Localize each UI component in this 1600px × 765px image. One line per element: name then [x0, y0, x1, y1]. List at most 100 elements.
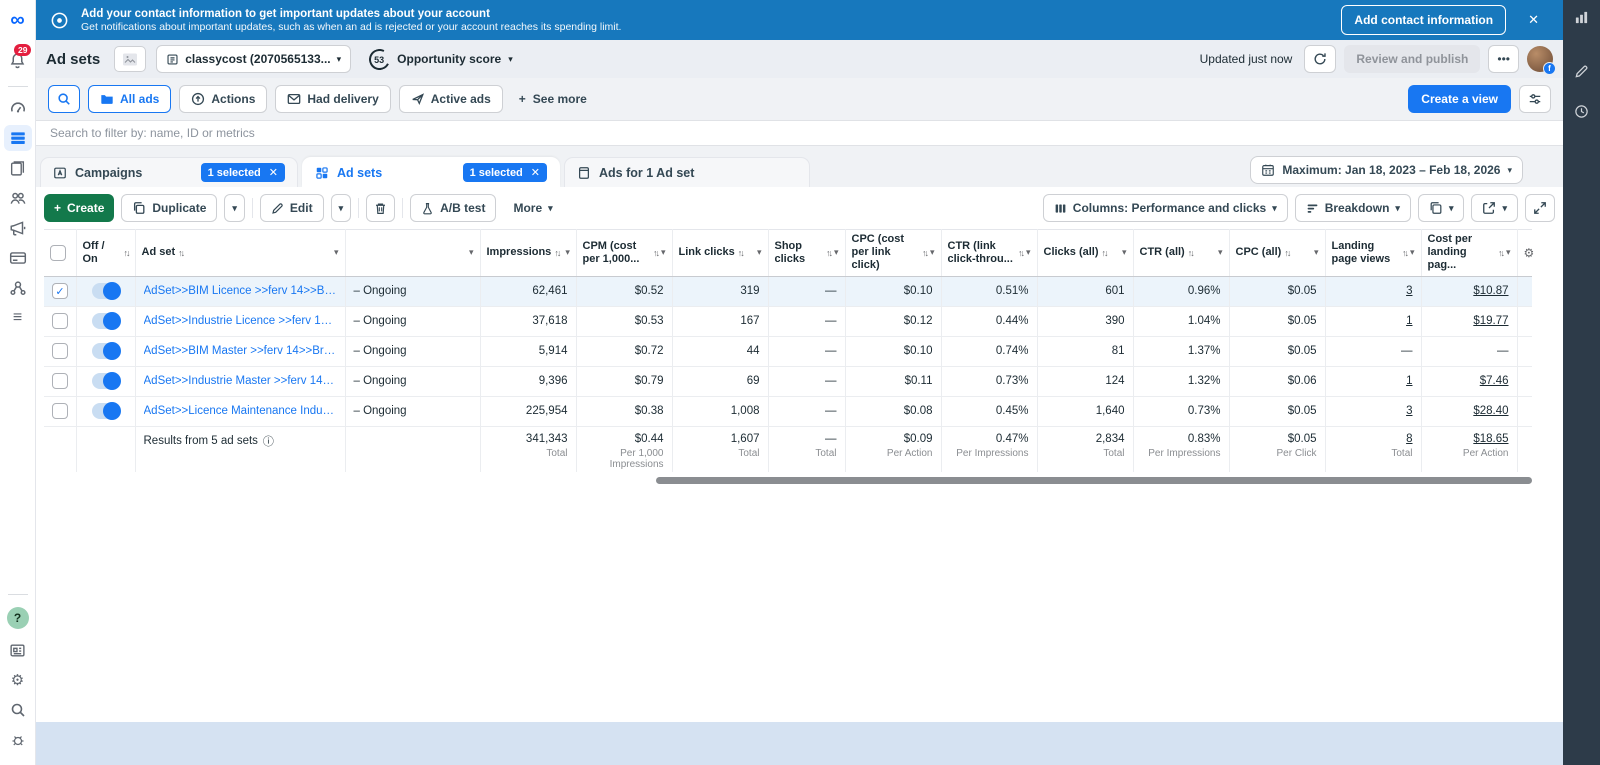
cell-cost-per-landing-page[interactable]: $19.77 — [1421, 306, 1517, 336]
filter-search-button[interactable] — [48, 85, 80, 113]
sidebar-item-events-manager[interactable] — [4, 275, 32, 301]
sort-icon[interactable]: ↑↓ — [826, 248, 831, 258]
col-link-clicks[interactable]: Link clicks↑↓▾ — [672, 230, 768, 277]
opportunity-score[interactable]: 53 Opportunity score ▾ — [369, 49, 513, 70]
chevron-down-icon[interactable]: ▾ — [565, 247, 570, 258]
adset-name-link[interactable]: AdSet>>BIM Master >>ferv 14>>Broad — [144, 345, 337, 357]
edit-button[interactable]: Edit — [260, 194, 324, 222]
col-shop-clicks[interactable]: Shop clicks↑↓▾ — [768, 230, 845, 277]
chevron-down-icon[interactable]: ▾ — [1410, 247, 1415, 258]
history-button[interactable] — [1574, 104, 1589, 124]
sidebar-item-pages[interactable] — [4, 155, 32, 181]
sidebar-item-ads[interactable] — [4, 215, 32, 241]
performance-charts-button[interactable] — [1574, 10, 1589, 30]
col-cpc[interactable]: CPC (cost per link click)↑↓▾ — [845, 230, 941, 277]
sort-icon[interactable]: ↑↓ — [1102, 248, 1107, 258]
notifications-button[interactable]: 29 — [9, 52, 26, 74]
chevron-down-icon[interactable]: ▾ — [1026, 247, 1031, 258]
chevron-down-icon[interactable]: ▾ — [1218, 247, 1223, 258]
sort-icon[interactable]: ↑↓ — [1018, 248, 1023, 258]
sort-icon[interactable]: ↑↓ — [124, 248, 129, 258]
adset-name-link[interactable]: AdSet>>Industrie Licence >>ferv 14>>Broa… — [144, 315, 337, 327]
sidebar-item-search[interactable] — [4, 697, 32, 723]
horizontal-scrollbar[interactable] — [44, 475, 1555, 488]
col-ad-set[interactable]: Ad set↑↓▾ — [135, 230, 345, 277]
select-all-checkbox[interactable]: ✓ — [50, 245, 66, 261]
column-settings-button[interactable]: ⚙ — [1517, 230, 1532, 277]
ad-account-selector[interactable]: classycost (2070565133... ▾ — [156, 45, 351, 73]
cell-cost-per-landing-page[interactable]: $7.46 — [1421, 366, 1517, 396]
chevron-down-icon[interactable]: ▾ — [930, 247, 935, 258]
chevron-down-icon[interactable]: ▾ — [834, 247, 839, 258]
filter-chip-had-delivery[interactable]: Had delivery — [275, 85, 390, 113]
chevron-down-icon[interactable]: ▾ — [469, 247, 474, 258]
cell-landing-page-views[interactable]: 3 — [1325, 396, 1421, 426]
row-checkbox[interactable]: ✓ — [52, 403, 68, 419]
sidebar-item-settings[interactable]: ⚙ — [4, 667, 32, 693]
filter-chip-actions[interactable]: Actions — [179, 85, 267, 113]
close-icon[interactable]: ✕ — [531, 166, 540, 179]
expand-button[interactable] — [1525, 194, 1555, 222]
adset-toggle[interactable] — [92, 313, 120, 329]
ab-test-button[interactable]: A/B test — [410, 194, 496, 222]
sort-icon[interactable]: ↑↓ — [922, 248, 927, 258]
select-all-header[interactable]: ✓ — [44, 230, 76, 277]
edit-dropdown-button[interactable]: ▾ — [331, 194, 352, 222]
campaigns-selected-badge[interactable]: 1 selected✕ — [201, 163, 285, 182]
chevron-down-icon[interactable]: ▾ — [1506, 247, 1511, 258]
view-settings-button[interactable] — [1519, 85, 1551, 113]
scrollbar-thumb[interactable] — [656, 477, 1532, 484]
refresh-button[interactable] — [1304, 45, 1336, 73]
sort-icon[interactable]: ↑↓ — [653, 248, 658, 258]
search-input[interactable] — [50, 126, 1549, 140]
cell-cost-per-landing-page[interactable]: $28.40 — [1421, 396, 1517, 426]
adset-name-link[interactable]: AdSet>>Licence Maintenance Industrielle … — [144, 405, 337, 417]
cell-landing-page-views[interactable]: 1 — [1325, 306, 1421, 336]
sidebar-item-audiences[interactable] — [4, 185, 32, 211]
meta-logo-icon[interactable]: ∞ — [10, 10, 24, 30]
sidebar-item-report-bug[interactable] — [4, 727, 32, 753]
sidebar-item-billing[interactable] — [4, 245, 32, 271]
breakdown-button[interactable]: Breakdown▾ — [1295, 194, 1411, 222]
sort-icon[interactable]: ↑↓ — [178, 248, 183, 258]
col-cost-per-landing-page[interactable]: Cost per landing pag...↑↓▾ — [1421, 230, 1517, 277]
tab-ad-sets[interactable]: Ad sets 1 selected✕ — [302, 157, 560, 187]
row-checkbox[interactable]: ✓ — [52, 343, 68, 359]
more-options-button[interactable]: ••• — [1488, 45, 1519, 73]
cell-landing-page-views[interactable]: 3 — [1325, 276, 1421, 306]
col-off-on[interactable]: Off / On↑↓ — [76, 230, 135, 277]
chevron-down-icon[interactable]: ▾ — [661, 247, 666, 258]
sort-icon[interactable]: ↑↓ — [738, 248, 743, 258]
duplicate-button[interactable]: Duplicate — [121, 194, 217, 222]
adset-toggle[interactable] — [92, 403, 120, 419]
delete-button[interactable] — [366, 194, 395, 222]
more-button[interactable]: More▾ — [503, 194, 562, 222]
row-checkbox[interactable]: ✓ — [52, 373, 68, 389]
close-icon[interactable]: ✕ — [269, 166, 278, 179]
help-button[interactable]: ? — [7, 607, 29, 629]
create-a-view-button[interactable]: Create a view — [1408, 85, 1511, 113]
sort-icon[interactable]: ↑↓ — [1402, 248, 1407, 258]
export-button[interactable]: ▾ — [1471, 194, 1518, 222]
row-checkbox[interactable]: ✓ — [52, 313, 68, 329]
chevron-down-icon[interactable]: ▾ — [334, 247, 339, 258]
adset-name-link[interactable]: AdSet>>Industrie Master >>ferv 14>>Broad — [144, 375, 337, 387]
sidebar-item-overview[interactable] — [4, 95, 32, 121]
chevron-down-icon[interactable]: ▾ — [757, 247, 762, 258]
review-and-publish-button[interactable]: Review and publish — [1344, 45, 1480, 73]
row-checkbox[interactable]: ✓ — [52, 283, 68, 299]
filter-chip-all-ads[interactable]: All ads — [88, 85, 171, 113]
adset-name-link[interactable]: AdSet>>BIM Licence >>ferv 14>>Broad — [144, 285, 337, 297]
sort-icon[interactable]: ↑↓ — [1284, 248, 1289, 258]
reports-button[interactable]: ▾ — [1418, 194, 1465, 222]
sort-icon[interactable]: ↑↓ — [1498, 248, 1503, 258]
col-cpc-all[interactable]: CPC (all)↑↓▾ — [1229, 230, 1325, 277]
cell-cost-per-landing-page[interactable]: $10.87 — [1421, 276, 1517, 306]
edit-panel-button[interactable] — [1574, 64, 1589, 84]
chevron-down-icon[interactable]: ▾ — [1314, 247, 1319, 258]
col-clicks-all[interactable]: Clicks (all)↑↓▾ — [1037, 230, 1133, 277]
sidebar-item-updates[interactable] — [4, 637, 32, 663]
duplicate-dropdown-button[interactable]: ▾ — [224, 194, 245, 222]
col-ctr[interactable]: CTR (link click-throu...↑↓▾ — [941, 230, 1037, 277]
banner-close-icon[interactable]: ✕ — [1518, 12, 1549, 28]
